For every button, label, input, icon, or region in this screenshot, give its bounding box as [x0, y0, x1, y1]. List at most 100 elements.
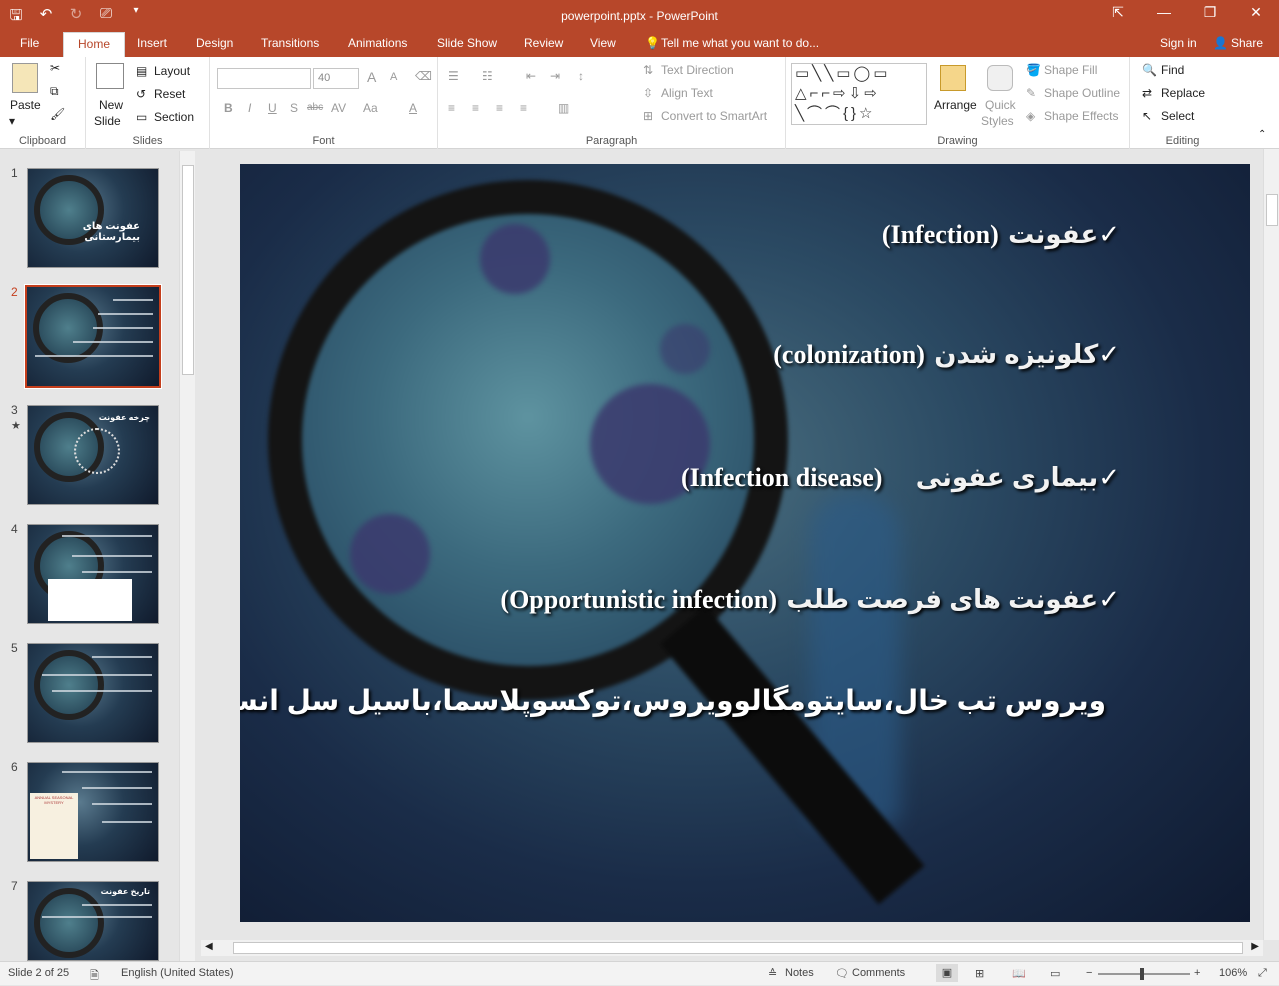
font-family-input[interactable]: [217, 68, 311, 89]
zoom-out-icon[interactable]: −: [1086, 967, 1092, 979]
zoom-level[interactable]: 106%: [1219, 967, 1247, 979]
section-button[interactable]: Section: [154, 110, 194, 124]
tab-animations[interactable]: Animations: [348, 36, 407, 50]
format-painter-icon[interactable]: 🖌: [50, 107, 65, 121]
scroll-thumb[interactable]: [1266, 194, 1278, 226]
shape-fill-button[interactable]: Shape Fill: [1044, 63, 1097, 77]
numbering-icon[interactable]: ☷: [482, 69, 493, 83]
change-case-button[interactable]: Aa: [363, 101, 378, 115]
slide-thumbnail-2[interactable]: [24, 284, 162, 389]
strikethrough-button[interactable]: abc: [307, 102, 323, 113]
thumbnail-text-line: [98, 313, 153, 315]
thumbnail-text-line: [42, 674, 152, 676]
tab-slide-show[interactable]: Slide Show: [437, 36, 497, 50]
scroll-left-icon[interactable]: ◀: [205, 941, 213, 952]
select-button[interactable]: Select: [1161, 109, 1194, 123]
tab-view[interactable]: View: [590, 36, 616, 50]
editing-label: Editing: [1165, 135, 1200, 147]
underline-button[interactable]: U: [268, 101, 277, 115]
editor-horizontal-scrollbar[interactable]: ◀ ▶: [201, 940, 1263, 956]
paste-button[interactable]: Paste: [10, 98, 41, 112]
comments-button[interactable]: Comments: [852, 967, 905, 979]
slideshow-icon[interactable]: ▭: [1050, 967, 1060, 980]
tell-me-search[interactable]: Tell me what you want to do...: [661, 36, 819, 50]
reset-button[interactable]: Reset: [154, 87, 185, 101]
font-size-input[interactable]: 40: [313, 68, 359, 89]
shapes-gallery[interactable]: ▭╲╲▭◯▭ △⌐⌐⇨⇩⇨ ╲⌒⌒{}☆: [791, 63, 927, 125]
quick-styles-button-line2[interactable]: Styles: [981, 114, 1014, 128]
font-color-button[interactable]: A: [409, 101, 417, 115]
maximize-button[interactable]: ❐: [1187, 0, 1233, 28]
spellcheck-icon[interactable]: 🗎: [90, 967, 99, 986]
increase-indent-icon[interactable]: ⇥: [550, 69, 560, 83]
decrease-indent-icon[interactable]: ⇤: [526, 69, 536, 83]
lightbulb-icon: 💡: [645, 36, 660, 50]
check-icon: ✓: [1098, 339, 1120, 369]
current-slide[interactable]: (Infection) عفونت✓ (colonization) کلونیز…: [240, 164, 1250, 922]
slide-thumbnail-3[interactable]: چرخه عفونت: [27, 405, 159, 505]
shape-effects-button[interactable]: Shape Effects: [1044, 109, 1119, 123]
justify-icon[interactable]: ≡: [520, 101, 527, 115]
collapse-ribbon-icon[interactable]: ⌃: [1258, 129, 1266, 140]
sign-in-link[interactable]: Sign in: [1160, 36, 1197, 50]
tab-design[interactable]: Design: [196, 36, 233, 50]
reading-view-icon[interactable]: 📖: [1012, 967, 1026, 980]
tab-file[interactable]: File: [20, 36, 39, 50]
align-right-icon[interactable]: ≡: [496, 101, 503, 115]
tab-insert[interactable]: Insert: [137, 36, 167, 50]
slide-thumbnail-1[interactable]: عفونت های بیمارستانی: [27, 168, 159, 268]
cut-icon[interactable]: ✂: [50, 61, 60, 75]
normal-view-icon[interactable]: ▣: [936, 964, 958, 982]
zoom-slider[interactable]: [1098, 973, 1190, 975]
bold-button[interactable]: B: [224, 101, 233, 115]
slide-thumbnail-5[interactable]: [27, 643, 159, 743]
quick-styles-button[interactable]: Quick: [985, 98, 1016, 112]
scroll-thumb[interactable]: [182, 165, 194, 375]
restore-ribbon-button[interactable]: ⇱: [1095, 0, 1141, 28]
scroll-thumb[interactable]: [233, 942, 1243, 954]
minimize-button[interactable]: —: [1141, 0, 1187, 28]
italic-button[interactable]: I: [248, 101, 251, 115]
new-slide-button-line2[interactable]: Slide: [94, 114, 121, 128]
shrink-font-button[interactable]: A: [390, 71, 397, 83]
clear-format-icon[interactable]: ⌫: [415, 69, 432, 83]
convert-smartart-button[interactable]: Convert to SmartArt: [661, 109, 767, 123]
new-slide-button[interactable]: New: [99, 98, 123, 112]
find-button[interactable]: Find: [1161, 63, 1184, 77]
slide-thumbnail-4[interactable]: [27, 524, 159, 624]
close-button[interactable]: ✕: [1233, 0, 1279, 28]
tab-transitions[interactable]: Transitions: [261, 36, 319, 50]
shape-outline-button[interactable]: Shape Outline: [1044, 86, 1120, 100]
layout-button[interactable]: Layout: [154, 64, 190, 78]
editor-vertical-scrollbar[interactable]: [1263, 149, 1279, 940]
drawing-label: Drawing: [937, 135, 978, 147]
char-spacing-button[interactable]: AV: [331, 101, 346, 115]
align-left-icon[interactable]: ≡: [448, 101, 455, 115]
slide-thumbnail-6[interactable]: ANNUAL SEASONAL MYSTERY: [27, 762, 159, 862]
replace-button[interactable]: Replace: [1161, 86, 1205, 100]
align-text-button[interactable]: Align Text: [661, 86, 713, 100]
notes-button[interactable]: Notes: [785, 967, 814, 979]
fit-to-window-icon[interactable]: ⤢: [1258, 967, 1267, 980]
align-center-icon[interactable]: ≡: [472, 101, 479, 115]
thumbnail-scrollbar[interactable]: [179, 151, 195, 961]
bullets-icon[interactable]: ☰: [448, 69, 459, 83]
grow-font-button[interactable]: A: [367, 69, 376, 85]
shadow-button[interactable]: S: [290, 101, 298, 115]
slide-number: 1: [11, 166, 18, 180]
zoom-in-icon[interactable]: +: [1194, 967, 1200, 979]
share-button[interactable]: Share: [1231, 36, 1263, 50]
text-direction-button[interactable]: Text Direction: [661, 63, 734, 77]
slide-sorter-icon[interactable]: ⊞: [975, 967, 984, 980]
tab-review[interactable]: Review: [524, 36, 563, 50]
arrange-button[interactable]: Arrange: [934, 98, 977, 112]
line-spacing-icon[interactable]: ↕: [578, 69, 584, 83]
tab-home[interactable]: Home: [63, 32, 126, 57]
columns-icon[interactable]: ▥: [558, 101, 569, 115]
scroll-right-icon[interactable]: ▶: [1251, 941, 1259, 952]
zoom-slider-thumb[interactable]: [1140, 968, 1144, 980]
language-indicator[interactable]: English (United States): [121, 967, 234, 979]
copy-icon[interactable]: ⧉: [50, 84, 59, 99]
chevron-down-icon[interactable]: ▾: [9, 114, 15, 128]
slide-thumbnail-7[interactable]: تاریخ عفونت: [27, 881, 159, 961]
